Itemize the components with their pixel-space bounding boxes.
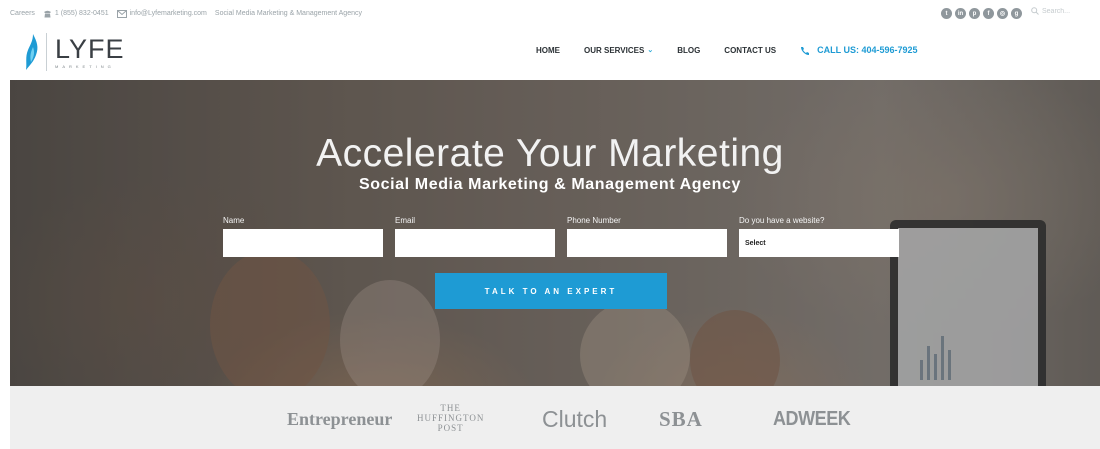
call-us-label: CALL US: 404-596-7925: [817, 45, 918, 55]
adweek-logo: ADWEEK: [773, 408, 851, 430]
phone-number: 1 (855) 832-0451: [54, 10, 109, 17]
talk-to-expert-button[interactable]: TALK TO AN EXPERT: [435, 273, 667, 309]
email-field-group: Email: [395, 216, 555, 257]
nav-our-services[interactable]: OUR SERVICES ⌄: [584, 46, 653, 55]
logo-text: LYFE: [55, 34, 125, 64]
hero-overlay: [10, 80, 1100, 386]
website-field-group: Do you have a website? Select: [739, 216, 899, 257]
email-label: Email: [395, 216, 416, 225]
careers-link[interactable]: Careers: [10, 10, 35, 17]
hero-section: [10, 80, 1100, 386]
phone-link[interactable]: 1 (855) 832-0451: [43, 10, 109, 18]
utility-bar: Careers 1 (855) 832-0451 info@Lyfemarket…: [10, 0, 1100, 27]
social-icons: t in p f ◎ g: [941, 8, 1022, 19]
name-label: Name: [223, 216, 245, 225]
huffington-line-3: POST: [437, 423, 464, 433]
nav-contact-us[interactable]: CONTACT US: [724, 46, 776, 55]
nav-services-label: OUR SERVICES: [584, 45, 645, 55]
nav-home-label: HOME: [536, 45, 560, 55]
topbar-tagline: Social Media Marketing & Management Agen…: [214, 10, 362, 17]
linkedin-icon[interactable]: in: [955, 8, 966, 19]
search-box: [1031, 7, 1088, 15]
logo-divider: [46, 33, 47, 71]
nav-blog-label: BLOG: [677, 45, 701, 55]
huffington-line-1: THE: [440, 403, 461, 413]
website-select-value: Select: [745, 239, 766, 247]
main-nav: HOME OUR SERVICES ⌄ BLOG CONTACT US CALL…: [536, 45, 918, 55]
flame-icon: [26, 34, 38, 70]
site-header: LYFE MARKETING HOME OUR SERVICES ⌄ BLOG …: [0, 27, 1100, 79]
phone-icon: [43, 10, 51, 17]
search-input[interactable]: [1042, 7, 1088, 15]
nav-contact-label: CONTACT US: [724, 45, 777, 55]
logo-subtext: MARKETING: [55, 64, 115, 69]
google-plus-icon[interactable]: g: [1011, 8, 1022, 19]
logo-wordmark: LYFE MARKETING: [55, 35, 125, 69]
clutch-logo: Clutch: [542, 406, 608, 432]
facebook-icon[interactable]: f: [983, 8, 994, 19]
search-icon[interactable]: [1031, 7, 1039, 15]
press-logos-strip: Entrepreneur THE HUFFINGTON POST Clutch …: [10, 386, 1100, 449]
sba-logo: SBA: [659, 407, 703, 432]
nav-home[interactable]: HOME: [536, 46, 560, 55]
phone-handset-icon: [801, 46, 810, 55]
email-address: info@Lyfemarketing.com: [129, 10, 207, 17]
chevron-down-icon: ⌄: [647, 47, 654, 54]
huffington-line-2: HUFFINGTON: [417, 413, 485, 423]
call-us-link[interactable]: CALL US: 404-596-7925: [800, 45, 918, 55]
name-field-group: Name: [223, 216, 383, 257]
sba-logo-text: SBA: [659, 407, 703, 431]
nav-blog[interactable]: BLOG: [677, 46, 700, 55]
website-label: Do you have a website?: [739, 216, 825, 225]
hero-subheadline: Social Media Marketing & Management Agen…: [358, 176, 742, 193]
website-select[interactable]: Select: [739, 229, 899, 257]
envelope-icon: [116, 9, 127, 18]
phone-input[interactable]: [567, 229, 727, 257]
huffington-post-logo: THE HUFFINGTON POST: [417, 403, 484, 433]
instagram-icon[interactable]: ◎: [997, 8, 1008, 19]
entrepreneur-logo: Entrepreneur: [287, 409, 393, 429]
name-input[interactable]: [223, 229, 383, 257]
twitter-icon[interactable]: t: [941, 8, 952, 19]
phone-label: Phone Number: [567, 216, 621, 225]
pinterest-icon[interactable]: p: [969, 8, 980, 19]
email-input[interactable]: [395, 229, 555, 257]
email-link[interactable]: info@Lyfemarketing.com: [116, 9, 207, 18]
hero-headline: Accelerate Your Marketing: [316, 132, 784, 175]
logo[interactable]: LYFE MARKETING: [24, 33, 125, 71]
phone-field-group: Phone Number: [567, 216, 727, 257]
